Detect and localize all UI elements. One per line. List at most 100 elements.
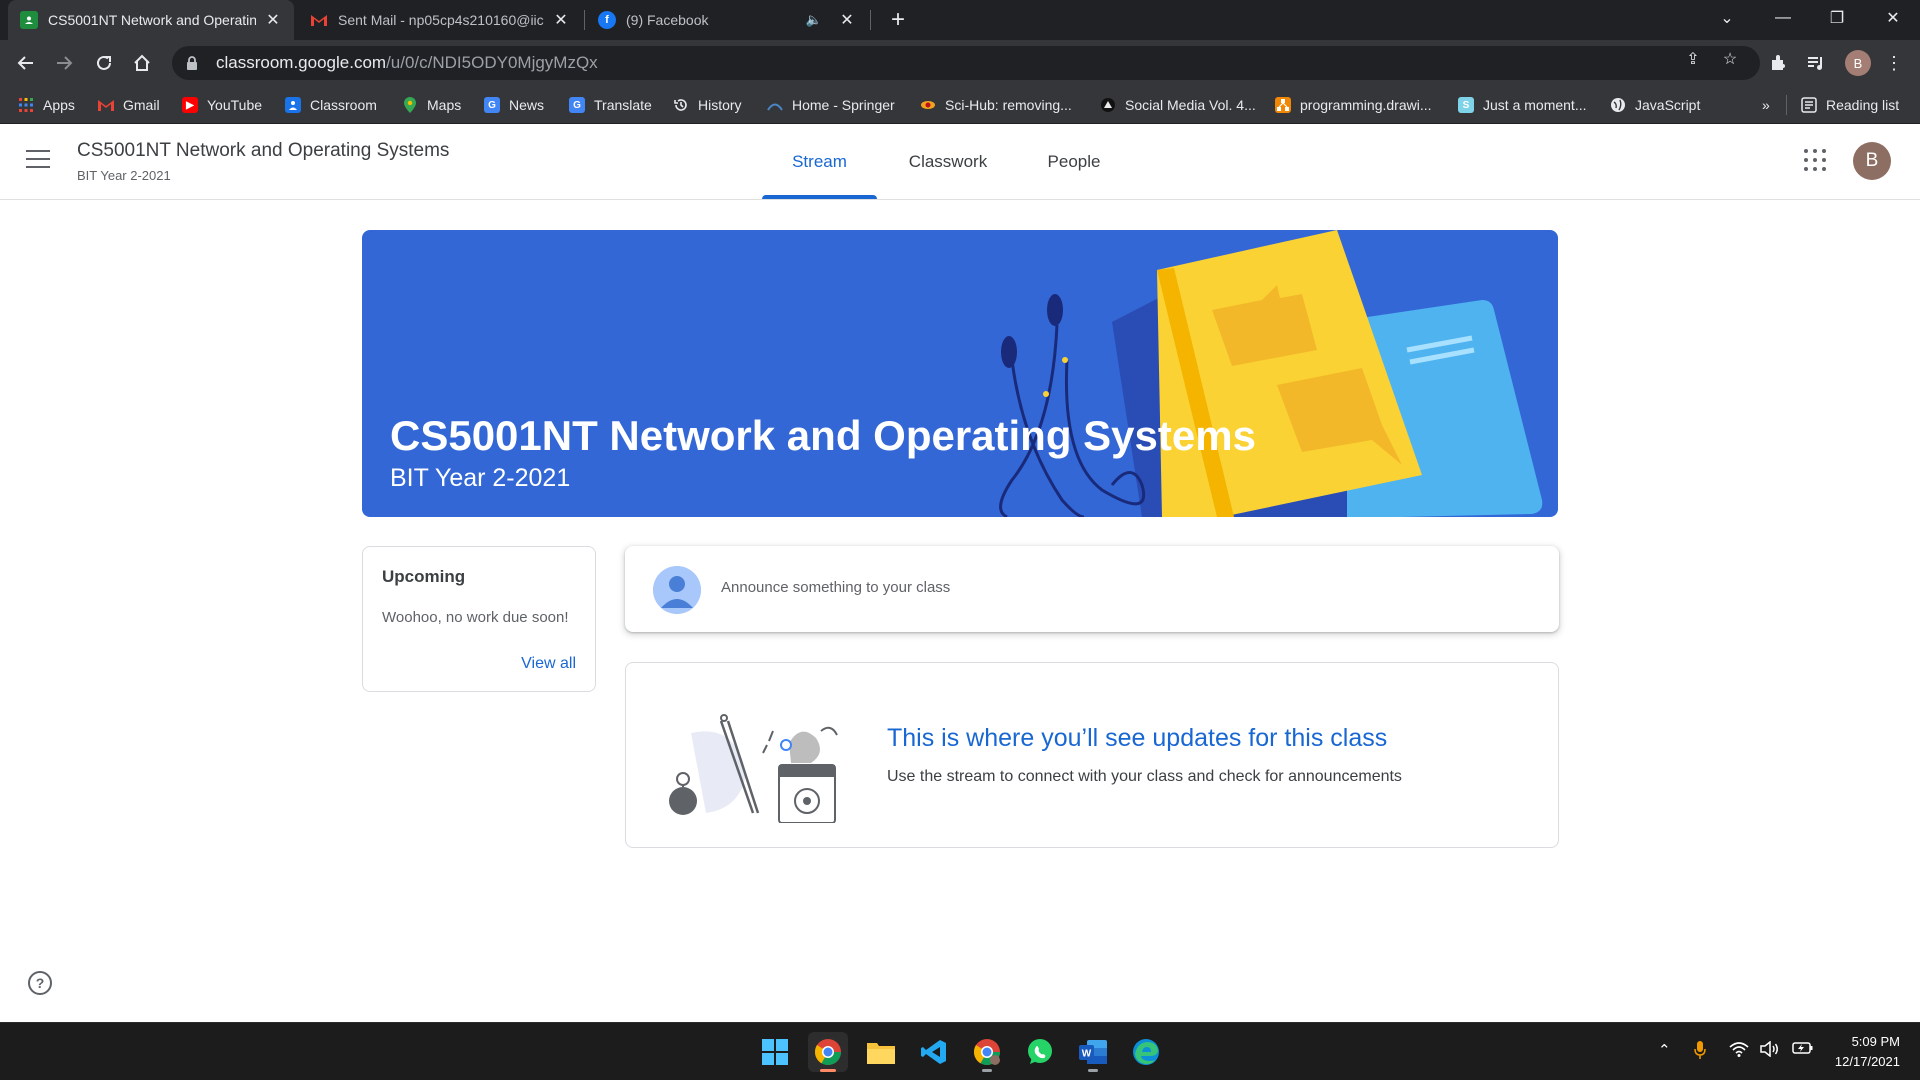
bookmark-star-icon[interactable]: ☆ <box>1720 49 1740 69</box>
bookmark-classroom[interactable]: Classroom <box>285 86 377 124</box>
bookmark-label: JavaScript <box>1635 97 1701 113</box>
back-icon[interactable] <box>10 47 42 79</box>
class-title[interactable]: CS5001NT Network and Operating Systems <box>77 140 449 162</box>
gmail-icon <box>98 97 114 113</box>
bookmark-label: Gmail <box>123 97 160 113</box>
gmail-icon <box>310 11 328 29</box>
more-bookmarks-button[interactable]: » <box>1762 86 1770 124</box>
translate-icon: G <box>569 97 585 113</box>
svg-text:W: W <box>1082 1049 1092 1060</box>
edge-icon[interactable] <box>1126 1032 1166 1072</box>
bookmark-drawio[interactable]: programming.drawi... <box>1275 86 1432 124</box>
facebook-icon: f <box>598 11 616 29</box>
class-section: BIT Year 2-2021 <box>77 168 171 183</box>
main-menu-icon[interactable] <box>26 150 50 170</box>
bookmark-youtube[interactable]: ▶ YouTube <box>182 86 262 124</box>
minimize-icon[interactable]: — <box>1756 0 1810 36</box>
account-avatar[interactable]: B <box>1853 142 1891 180</box>
help-icon[interactable]: ? <box>28 971 52 995</box>
muted-audio-icon[interactable]: 🔈 <box>806 12 822 28</box>
bookmark-apps[interactable]: Apps <box>18 86 75 124</box>
banner-class-title: CS5001NT Network and Operating Systems <box>390 412 1256 459</box>
reload-icon[interactable] <box>88 47 120 79</box>
close-tab-icon[interactable]: ✕ <box>552 10 570 30</box>
bookmarks-bar: Apps Gmail ▶ YouTube Classroom Maps G Ne… <box>0 86 1920 124</box>
vscode-icon[interactable] <box>914 1032 954 1072</box>
share-icon[interactable]: ⇪ <box>1683 49 1703 69</box>
volume-icon[interactable] <box>1760 1040 1780 1061</box>
bookmark-social-media[interactable]: Social Media Vol. 4... <box>1100 86 1256 124</box>
chrome-menu-icon[interactable]: ⋮ <box>1880 49 1908 77</box>
bookmark-gmail[interactable]: Gmail <box>98 86 160 124</box>
social-media-icon <box>1100 97 1116 113</box>
file-explorer-icon[interactable] <box>861 1032 901 1072</box>
microphone-icon[interactable] <box>1694 1041 1706 1063</box>
classroom-app-bar: CS5001NT Network and Operating Systems B… <box>0 124 1920 200</box>
announce-box[interactable]: Announce something to your class <box>625 546 1559 632</box>
announce-placeholder[interactable]: Announce something to your class <box>721 579 950 596</box>
bookmark-label: YouTube <box>207 97 263 113</box>
tab-classroom[interactable]: CS5001NT Network and Operating Systems ✕ <box>8 0 294 40</box>
banner-class-section: BIT Year 2-2021 <box>390 464 571 492</box>
bookmark-label: Sci-Hub: removing... <box>945 97 1072 113</box>
user-avatar-icon <box>653 566 701 614</box>
restore-icon[interactable]: ❐ <box>1810 0 1864 36</box>
new-tab-button[interactable]: + <box>882 4 914 36</box>
reading-list-button[interactable]: Reading list <box>1801 86 1899 124</box>
browser-toolbar: classroom.google.com/u/0/c/NDI5ODY0MjgyM… <box>0 40 1920 86</box>
chrome-profile-icon[interactable] <box>967 1032 1007 1072</box>
extensions-icon[interactable] <box>1764 49 1792 77</box>
view-all-link[interactable]: View all <box>521 655 576 673</box>
bookmark-label: Translate <box>594 97 652 113</box>
clock-time: 5:09 PM <box>1851 1034 1900 1049</box>
close-tab-icon[interactable]: ✕ <box>838 10 856 30</box>
wifi-icon[interactable] <box>1729 1041 1749 1061</box>
battery-icon[interactable] <box>1792 1041 1814 1059</box>
media-control-icon[interactable] <box>1802 49 1830 77</box>
bookmark-translate[interactable]: G Translate <box>569 86 652 124</box>
bookmark-javascript[interactable]: JavaScript <box>1610 86 1700 124</box>
bookmark-maps[interactable]: Maps <box>402 86 461 124</box>
scihub-icon <box>920 97 936 113</box>
bookmark-just-a-moment[interactable]: S Just a moment... <box>1458 86 1586 124</box>
bookmark-news[interactable]: G News <box>484 86 544 124</box>
tab-stream[interactable]: Stream <box>762 124 877 200</box>
address-bar[interactable]: classroom.google.com/u/0/c/NDI5ODY0MjgyM… <box>172 46 1760 80</box>
close-tab-icon[interactable]: ✕ <box>264 10 282 30</box>
tab-title: (9) Facebook <box>626 12 709 28</box>
bookmark-history[interactable]: History <box>673 86 742 124</box>
classroom-icon <box>285 97 301 113</box>
browser-profile-avatar[interactable]: B <box>1845 50 1871 76</box>
tab-people[interactable]: People <box>1018 124 1130 200</box>
tab-title: CS5001NT Network and Operating Systems <box>48 12 256 28</box>
bookmark-springer[interactable]: Home - Springer <box>767 86 895 124</box>
google-apps-icon[interactable] <box>1804 149 1826 171</box>
tab-facebook[interactable]: f (9) Facebook 🔈 ✕ <box>586 0 868 40</box>
bookmark-scihub[interactable]: Sci-Hub: removing... <box>920 86 1072 124</box>
lock-icon[interactable] <box>186 56 200 70</box>
tab-gmail[interactable]: Sent Mail - np05cp4s210160@iic ✕ <box>298 0 582 40</box>
windows-start-icon[interactable] <box>755 1032 795 1072</box>
tab-search-icon[interactable]: ⌄ <box>1700 0 1754 36</box>
reading-list-label: Reading list <box>1826 97 1900 113</box>
empty-stream-description: Use the stream to connect with your clas… <box>887 768 1402 785</box>
tab-separator <box>870 10 871 30</box>
forward-icon[interactable] <box>48 47 80 79</box>
word-icon[interactable]: W <box>1073 1032 1113 1072</box>
running-indicator <box>982 1069 992 1072</box>
home-icon[interactable] <box>126 47 158 79</box>
globe-icon <box>1610 97 1626 113</box>
system-clock[interactable]: 5:09 PM 12/17/2021 <box>1835 1032 1900 1072</box>
whatsapp-icon[interactable] <box>1020 1032 1060 1072</box>
show-hidden-icons-icon[interactable]: ⌃ <box>1658 1041 1671 1059</box>
upcoming-empty-text: Woohoo, no work due soon! <box>382 609 569 626</box>
close-window-icon[interactable]: ✕ <box>1866 0 1920 36</box>
bookmark-label: Apps <box>43 97 75 113</box>
bookmark-label: Maps <box>427 97 462 113</box>
upcoming-card: Upcoming Woohoo, no work due soon! View … <box>362 546 596 692</box>
bookmarks-separator <box>1786 95 1787 115</box>
active-tab-indicator <box>762 195 877 199</box>
chrome-icon[interactable] <box>808 1032 848 1072</box>
tab-classwork[interactable]: Classwork <box>892 124 1004 200</box>
reading-list-icon <box>1801 97 1817 113</box>
